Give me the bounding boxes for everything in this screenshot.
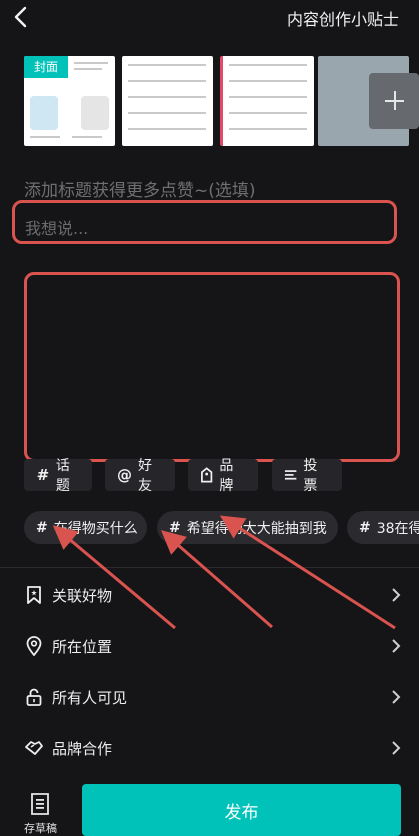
vote-button[interactable]: 投票 (272, 458, 342, 494)
at-icon: @ (117, 466, 132, 484)
location-pin-icon (26, 636, 42, 656)
thumbnail-2[interactable] (122, 56, 213, 146)
topic-chip[interactable]: # 在得物买什么 (24, 511, 147, 544)
thumbnail-cover[interactable]: 封面 (24, 56, 115, 146)
publish-button[interactable]: 发布 (82, 784, 401, 836)
bookmark-icon (27, 586, 41, 604)
menu-row-location[interactable]: 所在位置 (0, 622, 419, 670)
lock-icon (26, 688, 42, 706)
hash-icon: # (169, 519, 181, 536)
content-tips-link[interactable]: 内容创作小贴士 (287, 6, 399, 30)
friend-button[interactable]: @ 好友 (105, 458, 175, 494)
back-arrow-icon[interactable] (10, 6, 32, 28)
menu-row-brand-cooperation[interactable]: 品牌合作 (0, 724, 419, 772)
list-icon (284, 470, 297, 480)
topic-button[interactable]: # 话题 (24, 458, 92, 494)
chevron-right-icon (392, 690, 401, 704)
hash-icon: # (359, 519, 371, 536)
add-image-button[interactable] (369, 73, 419, 129)
divider (0, 567, 419, 568)
chevron-right-icon (392, 588, 401, 602)
say-input[interactable]: 我想说... (25, 215, 88, 239)
menu-row-related-products[interactable]: 关联好物 (0, 571, 419, 619)
topic-chip[interactable]: # 希望得物大大能抽到我 (157, 511, 338, 544)
hash-icon: # (36, 519, 48, 536)
chevron-right-icon (392, 741, 401, 755)
draft-icon[interactable] (30, 792, 50, 816)
brand-button[interactable]: 品牌 (188, 458, 258, 494)
thumbnail-3[interactable] (220, 56, 314, 146)
menu-row-visibility[interactable]: 所有人可见 (0, 673, 419, 721)
topic-chip[interactable]: # 38在得 (347, 511, 419, 544)
hash-icon: # (36, 466, 50, 484)
title-input[interactable]: 添加标题获得更多点赞~(选填) (24, 176, 256, 201)
image-strip: 封面 (24, 56, 419, 148)
cover-badge: 封面 (24, 56, 68, 78)
handshake-icon (25, 741, 43, 755)
tag-icon (201, 467, 213, 483)
chevron-right-icon (392, 639, 401, 653)
body-text-area[interactable] (24, 272, 400, 462)
